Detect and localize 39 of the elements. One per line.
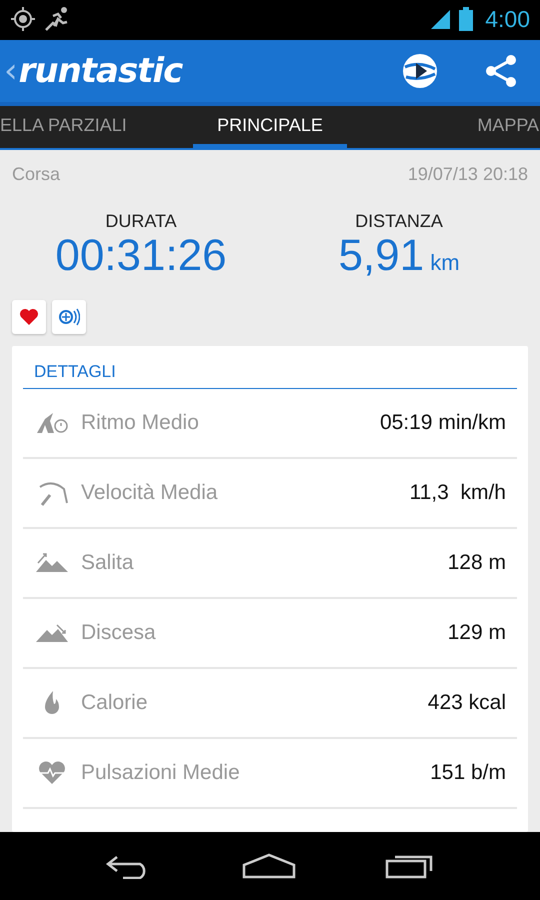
runner-stopwatch-icon xyxy=(35,411,69,436)
tab[interactable]: PRINCIPALE xyxy=(193,106,347,148)
heart-rate-button[interactable] xyxy=(12,300,46,334)
signal-icon xyxy=(429,8,452,30)
activity-type: Corsa xyxy=(12,164,60,185)
detail-label: Salita xyxy=(81,551,135,576)
detail-label: Pulsazioni Medie xyxy=(81,761,241,786)
play-icon[interactable] xyxy=(402,53,438,89)
stat-value: 5,91 km xyxy=(338,232,460,280)
detail-value: 11,3 km/h xyxy=(410,481,506,506)
share-icon[interactable] xyxy=(484,54,518,88)
status-time: 4:00 xyxy=(485,6,530,32)
detail-label: Velocità Media xyxy=(81,481,219,506)
detail-value: 423 kcal xyxy=(428,691,506,716)
mountain-up-icon xyxy=(35,552,69,574)
sensor-button[interactable] xyxy=(52,300,86,334)
detail-label: Discesa xyxy=(81,621,157,646)
detail-label: Calorie xyxy=(81,691,149,716)
gps-icon xyxy=(10,6,36,32)
recent-apps-icon[interactable] xyxy=(385,853,436,879)
mountain-down-icon xyxy=(35,622,69,644)
sensor-icon xyxy=(58,308,80,326)
section-title: DETTAGLI xyxy=(23,346,517,390)
detail-value: 128 m xyxy=(448,551,506,576)
stat-label: DURATA xyxy=(105,211,177,232)
session-date: 19/07/13 20:18 xyxy=(408,164,528,185)
heart-icon xyxy=(19,308,39,326)
detail-label: Ritmo Medio xyxy=(81,411,200,436)
detail-value: 151 b/m xyxy=(430,761,506,786)
detail-value: 129 m xyxy=(448,621,506,646)
stat-label: DISTANZA xyxy=(355,211,443,232)
tab[interactable]: ELLA PARZIALI xyxy=(0,106,128,148)
runner-icon xyxy=(44,6,70,32)
tab[interactable]: MAPPA xyxy=(347,106,540,148)
flame-icon xyxy=(45,690,59,716)
detail-value: 05:19 min/km xyxy=(380,411,506,436)
battery-icon xyxy=(459,7,474,31)
stat-value: 00:31:26 xyxy=(55,232,227,280)
home-icon[interactable] xyxy=(242,853,296,879)
